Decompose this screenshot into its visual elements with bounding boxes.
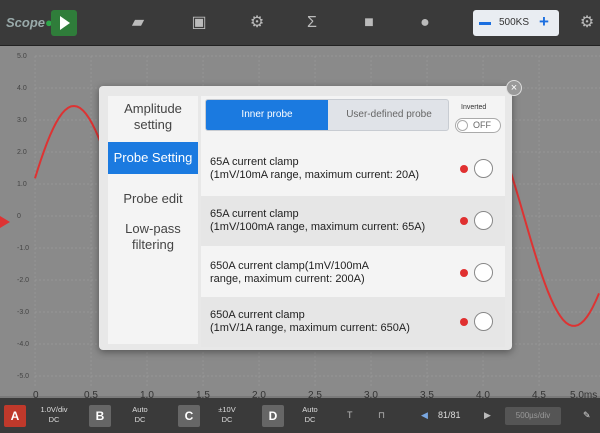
settings-sidebar: Amplitude setting Probe Setting Probe ed… xyxy=(108,96,198,344)
channel-c-settings[interactable]: ±10V DC xyxy=(207,405,247,425)
settings-icon[interactable]: ⚙ xyxy=(577,13,597,33)
channel-d-settings[interactable]: Auto DC xyxy=(290,405,330,425)
gear-icon[interactable]: ⚙ xyxy=(247,13,267,33)
y-tick-label: -3.0 xyxy=(17,309,30,316)
info-icon[interactable] xyxy=(460,269,468,277)
info-icon[interactable] xyxy=(460,165,468,173)
inverted-label: Inverted xyxy=(461,104,487,111)
probe-option-label: 65A current clamp (1mV/10mA range, maxim… xyxy=(210,156,420,181)
toggle-value: OFF xyxy=(473,120,491,130)
first-frame-icon[interactable]: ◀ xyxy=(421,410,428,421)
probe-option-label: 650A current clamp (1mV/1A range, maximu… xyxy=(210,309,410,334)
close-icon[interactable]: × xyxy=(506,80,522,96)
y-tick-label: -1.0 xyxy=(17,245,30,252)
inverted-toggle[interactable]: OFF xyxy=(455,118,501,133)
top-toolbar: Scope● ▰ ▣ ⚙ Σ ■ ● 500KS + ⚙ xyxy=(0,0,600,46)
probe-option-row[interactable]: 65A current clamp (1mV/10mA range, maxim… xyxy=(201,144,505,194)
info-icon[interactable] xyxy=(460,318,468,326)
help-icon[interactable]: ● xyxy=(415,13,435,33)
car-icon[interactable]: ▰ xyxy=(128,13,148,33)
channel-a-button[interactable]: A xyxy=(4,405,26,427)
probe-radio[interactable] xyxy=(474,263,493,282)
info-icon[interactable] xyxy=(460,217,468,225)
sigma-icon[interactable]: Σ xyxy=(302,13,322,33)
y-tick-label: 2.0 xyxy=(17,149,27,156)
rate-decrease-icon[interactable] xyxy=(479,22,491,25)
y-tick-label: -2.0 xyxy=(17,277,30,284)
trigger-icon[interactable]: T xyxy=(347,410,353,420)
channel-d-button[interactable]: D xyxy=(262,405,284,427)
tab-user-defined-probe[interactable]: User-defined probe xyxy=(328,100,448,130)
y-tick-label: 1.0 xyxy=(17,181,27,188)
y-tick-label: 4.0 xyxy=(17,85,27,92)
channel-a-settings[interactable]: 1.0V/div DC xyxy=(34,405,74,425)
probe-option-row[interactable]: 65A current clamp (1mV/100mA range, maxi… xyxy=(201,196,505,246)
y-tick-label: 0 xyxy=(17,213,21,220)
y-tick-label: -4.0 xyxy=(17,341,30,348)
probe-radio[interactable] xyxy=(474,159,493,178)
probe-option-row[interactable]: 650A current clamp(1mV/100mA range, maxi… xyxy=(201,248,505,298)
sample-rate-control: 500KS + xyxy=(473,10,559,36)
probe-option-label: 650A current clamp(1mV/100mA range, maxi… xyxy=(210,260,369,285)
y-tick-label: -5.0 xyxy=(17,373,30,380)
probe-option-row[interactable]: 650A current clamp (1mV/1A range, maximu… xyxy=(201,297,505,347)
edit-icon[interactable]: ✎ xyxy=(583,410,591,421)
scope-logo: Scope● xyxy=(6,15,53,30)
rate-increase-icon[interactable]: + xyxy=(539,13,549,31)
play-icon[interactable] xyxy=(51,10,77,36)
sidebar-item-probe-edit[interactable]: Probe edit xyxy=(108,191,198,207)
probe-type-tabs: Inner probe User-defined probe xyxy=(205,99,449,131)
sample-rate-label: 500KS xyxy=(499,17,530,28)
channel-b-button[interactable]: B xyxy=(89,405,111,427)
toggle-knob xyxy=(457,120,468,131)
probe-option-label: 65A current clamp (1mV/100mA range, maxi… xyxy=(210,208,426,233)
last-frame-icon[interactable]: ▶ xyxy=(484,410,491,421)
channel-c-button[interactable]: C xyxy=(178,405,200,427)
channel-a-marker-icon[interactable] xyxy=(0,216,10,228)
probe-radio[interactable] xyxy=(474,211,493,230)
pulse-icon[interactable]: ⊓ xyxy=(378,410,385,421)
sidebar-item-probe-setting[interactable]: Probe Setting xyxy=(108,142,198,174)
sidebar-item-amplitude-setting[interactable]: Amplitude setting xyxy=(108,101,198,133)
frame-counter: 81/81 xyxy=(438,410,461,420)
bottom-channel-bar: A 1.0V/div DC B Auto DC C ±10V DC D Auto DC … xyxy=(0,398,600,433)
save-icon[interactable]: ▣ xyxy=(189,13,209,33)
probe-radio[interactable] xyxy=(474,312,493,331)
folder-icon[interactable]: ■ xyxy=(359,13,379,33)
y-tick-label: 5.0 xyxy=(17,53,27,60)
channel-b-settings[interactable]: Auto DC xyxy=(120,405,160,425)
sidebar-item-low-pass-filtering[interactable]: Low-pass filtering xyxy=(108,221,198,253)
timebase-field[interactable]: 500µs/div xyxy=(505,407,561,425)
y-tick-label: 3.0 xyxy=(17,117,27,124)
tab-inner-probe[interactable]: Inner probe xyxy=(206,100,328,130)
